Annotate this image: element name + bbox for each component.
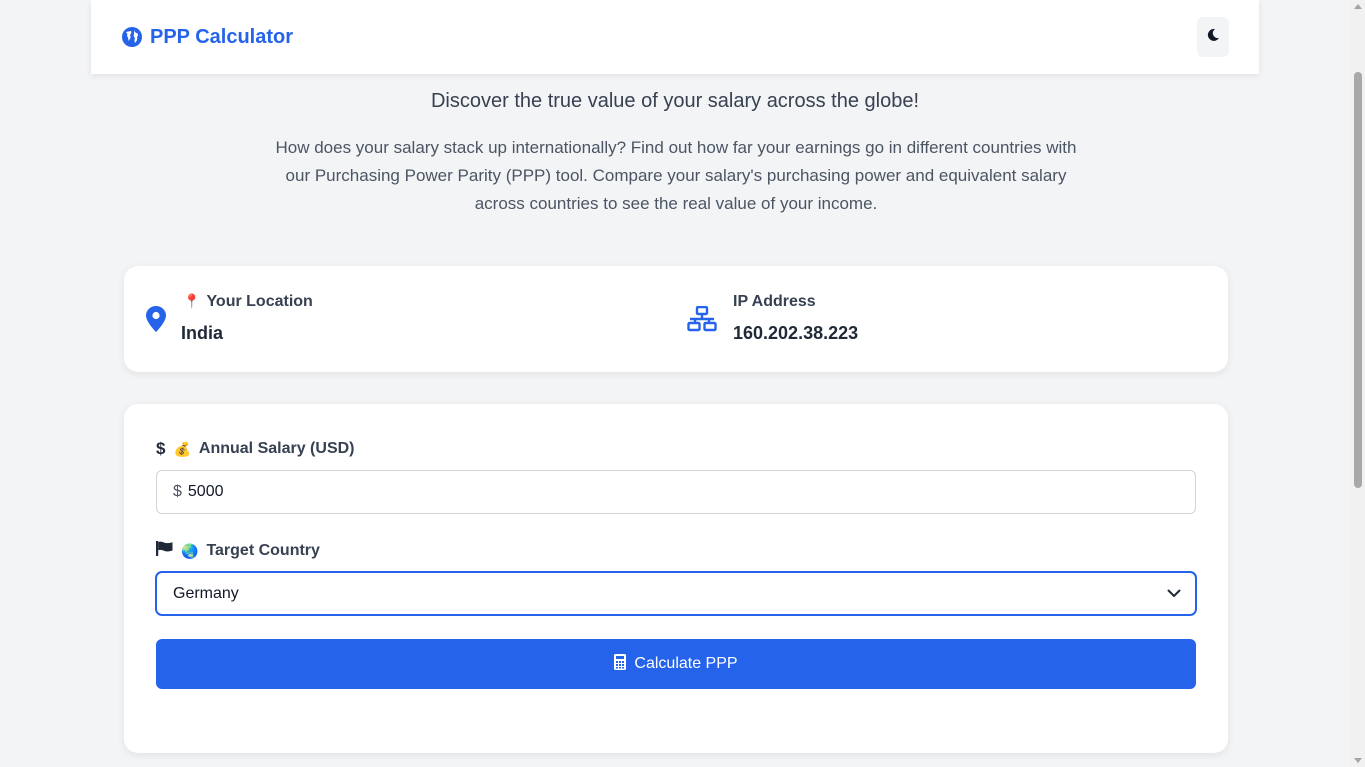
network-icon	[687, 305, 717, 337]
country-selected-value: Germany	[173, 584, 239, 602]
page: PPP Calculator Discover the true value o…	[0, 0, 1350, 767]
dollar-icon: $	[156, 439, 166, 458]
calculator-icon	[614, 653, 627, 675]
location-label-text: Your Location	[206, 293, 313, 310]
theme-toggle-button[interactable]	[1197, 17, 1229, 57]
calculate-button[interactable]: Calculate PPP	[156, 639, 1196, 689]
location-value: India	[181, 323, 224, 343]
globe-emoji-icon: 🌏	[181, 542, 199, 559]
salary-label: $ 💰 Annual Salary (USD)	[156, 439, 355, 459]
currency-symbol: $	[173, 483, 182, 500]
salary-field[interactable]: $	[156, 470, 1196, 514]
user-info-card: 📍 Your Location India IP Address 160.202.…	[124, 266, 1228, 372]
scroll-down-arrow-icon[interactable]	[1354, 758, 1362, 763]
calculate-button-label: Calculate PPP	[634, 655, 738, 672]
brand-title: PPP Calculator	[150, 25, 294, 48]
country-label: 🌏 Target Country	[156, 541, 320, 561]
ip-label: IP Address	[733, 293, 816, 310]
brand-link[interactable]: PPP Calculator	[122, 26, 293, 49]
chevron-down-icon	[1167, 585, 1181, 603]
country-label-text: Target Country	[206, 542, 320, 559]
page-scrollbar[interactable]	[1350, 0, 1365, 767]
top-navbar: PPP Calculator	[91, 0, 1259, 74]
country-select[interactable]: Germany	[156, 572, 1196, 615]
map-marker-icon	[146, 306, 166, 337]
globe-icon	[122, 27, 142, 47]
ip-value: 160.202.38.223	[733, 323, 859, 343]
money-bag-emoji-icon: 💰	[173, 440, 191, 457]
ppp-form-card: $ 💰 Annual Salary (USD) $ 🌏 Target Count…	[124, 404, 1228, 753]
description: How does your salary stack up internatio…	[275, 138, 1077, 213]
location-label: 📍 Your Location	[183, 293, 313, 311]
tagline: Discover the true value of your salary a…	[430, 90, 920, 112]
salary-label-text: Annual Salary (USD)	[198, 440, 355, 457]
salary-input[interactable]	[187, 483, 1088, 501]
scroll-up-arrow-icon[interactable]	[1354, 4, 1362, 9]
flag-icon	[156, 541, 173, 561]
pin-emoji-icon: 📍	[183, 293, 201, 309]
scrollbar-thumb[interactable]	[1354, 72, 1362, 488]
moon-icon	[1206, 28, 1220, 47]
